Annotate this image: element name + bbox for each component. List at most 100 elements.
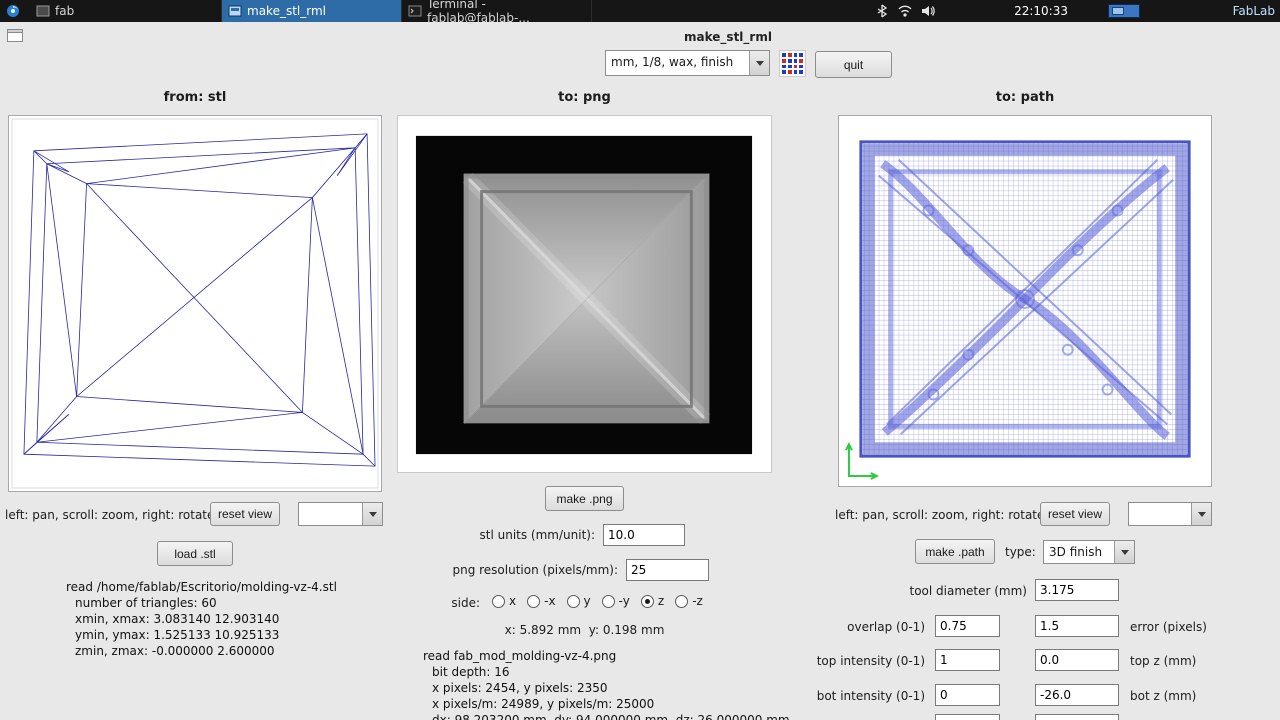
path-reset-view-button[interactable]: reset view: [1040, 502, 1110, 526]
side-radio-z[interactable]: z: [640, 594, 665, 608]
side-radio-y[interactable]: y: [566, 594, 591, 608]
bluetooth-icon[interactable]: [875, 4, 889, 18]
tool-diameter-input[interactable]: [1035, 579, 1119, 601]
radio-icon: [527, 594, 541, 608]
fab-modules-icon: [779, 50, 806, 77]
path-view-combobox[interactable]: [1128, 502, 1212, 526]
bot-z-label: bot z (mm): [1130, 689, 1197, 703]
chevron-down-icon[interactable]: [1114, 541, 1134, 563]
side-radio-label: -x: [544, 594, 556, 608]
path-view-hint: left: pan, scroll: zoom, right: rotate: [835, 508, 1045, 522]
terminal-window-icon: [408, 5, 422, 17]
side-radio-neg-z[interactable]: -z: [675, 594, 703, 608]
radio-icon: [675, 594, 689, 608]
chevron-down-icon[interactable]: [362, 503, 382, 525]
volume-icon[interactable]: [921, 4, 935, 18]
side-radio-label: y: [583, 594, 591, 608]
png-info-text: read fab_mod_molding-vz-4.png bit depth:…: [423, 648, 790, 720]
taskbar-window-make-stl-rml[interactable]: make_stl_rml: [222, 0, 402, 22]
stl-reset-view-button[interactable]: reset view: [210, 502, 280, 526]
top-z-input[interactable]: [1035, 649, 1119, 671]
png-panel-header: to: png: [558, 90, 611, 105]
stl-view-canvas[interactable]: [8, 115, 382, 492]
stl-canvas-frame: [11, 118, 379, 489]
png-info-line: x pixels: 2454, y pixels: 2350: [432, 681, 608, 695]
make-png-button[interactable]: make .png: [545, 486, 624, 511]
path-view-combobox-value: [1129, 503, 1191, 525]
make-path-button[interactable]: make .path: [915, 539, 995, 564]
clock: 22:10:33: [1014, 4, 1068, 18]
cursor-position-readout: x: 5.892 mm y: 0.198 mm: [504, 623, 665, 637]
stl-units-input[interactable]: [603, 524, 685, 546]
taskbar-status-icons: [875, 0, 935, 22]
top-intensity-label: top intensity (0-1): [816, 654, 925, 668]
stl-wireframe: [23, 133, 376, 467]
load-stl-button[interactable]: load .stl: [157, 541, 233, 566]
chevron-down-icon[interactable]: [1191, 503, 1211, 525]
radio-icon: [566, 594, 580, 608]
window-restore-icon[interactable]: [7, 29, 23, 42]
bot-intensity-input[interactable]: [935, 684, 1000, 706]
png-info-line: dx: 98.203200 mm, dy: 94.000000 mm, dz: …: [432, 713, 790, 720]
taskbar-window-label: make_stl_rml: [247, 4, 326, 18]
side-radio-neg-y[interactable]: -y: [601, 594, 630, 608]
side-radio-x[interactable]: x: [492, 594, 516, 608]
taskbar-window-terminal[interactable]: Terminal - fablab@fablab-...: [402, 0, 592, 25]
stl-units-label: stl units (mm/unit):: [479, 528, 596, 542]
overlap-input[interactable]: [935, 615, 1000, 637]
app-menu-icon: [7, 5, 19, 17]
path-view-canvas[interactable]: [838, 115, 1212, 487]
quit-button[interactable]: quit: [815, 51, 892, 78]
pager-window-thumb: [1112, 7, 1124, 15]
stl-info-line: xmin, xmax: 3.083140 12.903140: [75, 612, 280, 626]
taskbar-window-label: Terminal - fablab@fablab-...: [427, 0, 530, 25]
side-radio-label: z: [657, 594, 665, 608]
window-icon-titlebar: [8, 30, 22, 33]
path-type-combobox-value: 3D finish: [1049, 545, 1103, 559]
path-type-combobox[interactable]: 3D finish: [1043, 540, 1135, 564]
bot-z-input[interactable]: [1035, 684, 1119, 706]
error-pixels-label: error (pixels): [1130, 620, 1207, 634]
side-radio-group: x -x y -y z -z: [492, 594, 703, 608]
side-label: side:: [451, 596, 480, 610]
preset-combobox[interactable]: mm, 1/8, wax, finish: [605, 50, 770, 76]
radio-icon: [492, 594, 505, 608]
error-pixels-input[interactable]: [1035, 615, 1119, 637]
png-resolution-input[interactable]: [626, 559, 709, 581]
app-menu-button[interactable]: [0, 0, 26, 22]
clock-area: 22:10:33: [1014, 0, 1068, 22]
tool-diameter-label: tool diameter (mm): [909, 584, 1028, 598]
chevron-down-icon[interactable]: [749, 51, 769, 75]
stl-info-line: zmin, zmax: -0.000000 2.600000: [75, 644, 275, 658]
taskbar-window-fab[interactable]: fab: [30, 0, 222, 22]
session-user-label[interactable]: FabLab: [1233, 4, 1275, 18]
top-intensity-input[interactable]: [935, 649, 1000, 671]
path-extra-input-right[interactable]: [1035, 714, 1119, 720]
taskbar: fab make_stl_rml Terminal - fablab@fabla…: [0, 0, 1280, 25]
desktop: fab make_stl_rml Terminal - fablab@fabla…: [0, 0, 1280, 720]
wifi-icon[interactable]: [898, 4, 912, 18]
workspace-pager[interactable]: [1108, 4, 1140, 18]
fab-window-icon: [36, 5, 50, 17]
png-info-line: bit depth: 16: [432, 665, 510, 679]
png-depthmap: [415, 135, 753, 455]
path-panel-header: to: path: [995, 90, 1055, 105]
preset-combobox-value: mm, 1/8, wax, finish: [611, 55, 734, 69]
stl-info-text: read /home/fablab/Escritorio/molding-vz-…: [66, 579, 337, 659]
path-extra-input-left[interactable]: [935, 714, 1000, 720]
png-resolution-label: png resolution (pixels/mm):: [452, 563, 618, 577]
radio-icon: [640, 594, 654, 608]
side-radio-neg-x[interactable]: -x: [527, 594, 556, 608]
type-label: type:: [1005, 545, 1036, 559]
bot-intensity-label: bot intensity (0-1): [816, 689, 925, 703]
stl-info-line: ymin, ymax: 1.525133 10.925133: [75, 628, 280, 642]
png-info-line: x pixels/m: 24989, y pixels/m: 25000: [432, 697, 655, 711]
session-area: FabLab: [1233, 0, 1275, 22]
stl-view-hint: left: pan, scroll: zoom, right: rotate: [5, 508, 215, 522]
png-view-canvas[interactable]: [397, 115, 772, 473]
overlap-label: overlap (0-1): [847, 620, 925, 634]
side-radio-label: x: [509, 594, 517, 608]
stl-view-combobox[interactable]: [298, 502, 383, 526]
side-radio-label: -z: [692, 594, 703, 608]
stl-info-line: number of triangles: 60: [75, 596, 217, 610]
